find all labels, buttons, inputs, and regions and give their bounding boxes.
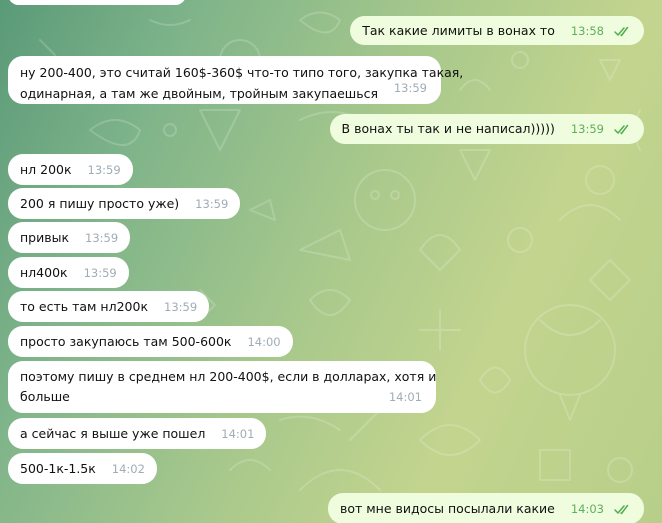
message-time: 13:59 — [393, 81, 427, 95]
message-bubble-incoming[interactable]: 200 я пишу просто уже) 13:59 — [8, 188, 241, 219]
message-time: 13:59 — [87, 163, 121, 177]
message-bubble-outgoing[interactable]: вот мне видосы посылали какие 14:03 — [327, 493, 644, 523]
message-bubble-incoming[interactable]: поэтому пишу в среднем нл 200-400$, если… — [8, 361, 436, 413]
message-bubble-incoming[interactable]: а сейчас я выше уже пошел 14:01 — [8, 418, 267, 449]
message-bubble-incoming[interactable]: просто закупаюсь там 500-600к 14:00 — [8, 326, 293, 357]
message-text: 500-1к-1.5к — [20, 461, 96, 476]
message-time: 14:02 — [111, 462, 145, 476]
message-line: одинарная, а там же двойным, тройным зак… — [20, 86, 378, 101]
message-time: 13:59 — [85, 231, 119, 245]
message-bubble-outgoing[interactable]: Так какие лимиты в вонах то 13:58 — [350, 16, 644, 45]
message-line: ну 200-400, это считай 160$-360$ что-то … — [20, 65, 464, 80]
message-time: 14:01 — [388, 390, 422, 404]
message-bubble-partial[interactable] — [8, 0, 186, 5]
message-text: нл400к — [20, 265, 68, 280]
message-bubble-incoming[interactable]: то есть там нл200к 13:59 — [8, 291, 210, 322]
message-text: а сейчас я выше уже пошел — [20, 426, 206, 441]
message-line: больше — [20, 389, 70, 404]
message-time: 13:59 — [195, 197, 229, 211]
message-text: просто закупаюсь там 500-600к — [20, 334, 232, 349]
message-bubble-incoming[interactable]: привык 13:59 — [8, 222, 131, 253]
message-bubble-incoming[interactable]: нл 200к 13:59 — [8, 154, 133, 185]
message-text: привык — [20, 230, 70, 245]
message-time: 13:59 — [83, 266, 117, 280]
message-time: 13:58 — [570, 24, 605, 38]
message-text: вот мне видосы посылали какие — [339, 501, 555, 516]
message-text: Так какие лимиты в вонах то — [362, 23, 555, 38]
message-bubble-incoming[interactable]: нл400к 13:59 — [8, 257, 129, 288]
message-text: 200 я пишу просто уже) — [20, 196, 180, 211]
double-check-icon — [614, 117, 632, 147]
message-text: В вонах ты так и не написал))))) — [341, 121, 555, 136]
message-line: поэтому пишу в среднем нл 200-400$, если… — [20, 369, 437, 384]
chat-background: Так какие лимиты в вонах то 13:58 ну 200… — [0, 0, 662, 523]
double-check-icon — [614, 496, 632, 523]
message-time: 13:59 — [570, 122, 605, 136]
message-time: 14:03 — [570, 502, 605, 516]
message-time: 14:01 — [221, 427, 255, 441]
message-text: нл 200к — [20, 162, 72, 177]
double-check-icon — [614, 19, 632, 48]
message-bubble-incoming[interactable]: 500-1к-1.5к 14:02 — [8, 453, 157, 484]
message-bubble-incoming[interactable]: ну 200-400, это считай 160$-360$ что-то … — [8, 56, 464, 104]
message-bubble-outgoing[interactable]: В вонах ты так и не написал))))) 13:59 — [329, 114, 644, 147]
message-text: то есть там нл200к — [20, 299, 149, 314]
message-time: 14:00 — [247, 335, 281, 349]
message-time: 13:59 — [164, 300, 198, 314]
